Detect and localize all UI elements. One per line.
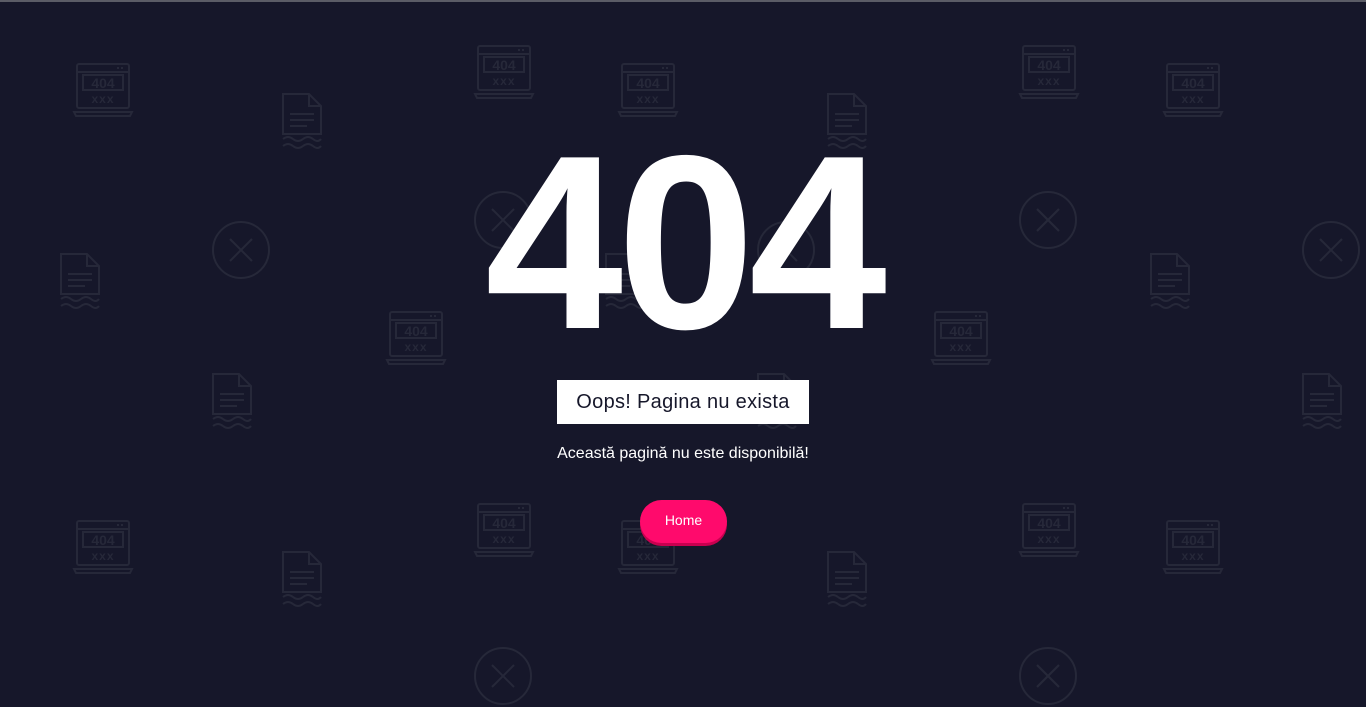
error-page: 404 Oops! Pagina nu exista Această pagin… bbox=[0, 0, 1366, 656]
error-message: Această pagină nu este disponibilă! bbox=[557, 445, 809, 462]
error-heading: Oops! Pagina nu exista bbox=[557, 380, 809, 424]
home-button[interactable]: Home bbox=[640, 500, 727, 543]
error-code: 404 bbox=[485, 103, 887, 381]
